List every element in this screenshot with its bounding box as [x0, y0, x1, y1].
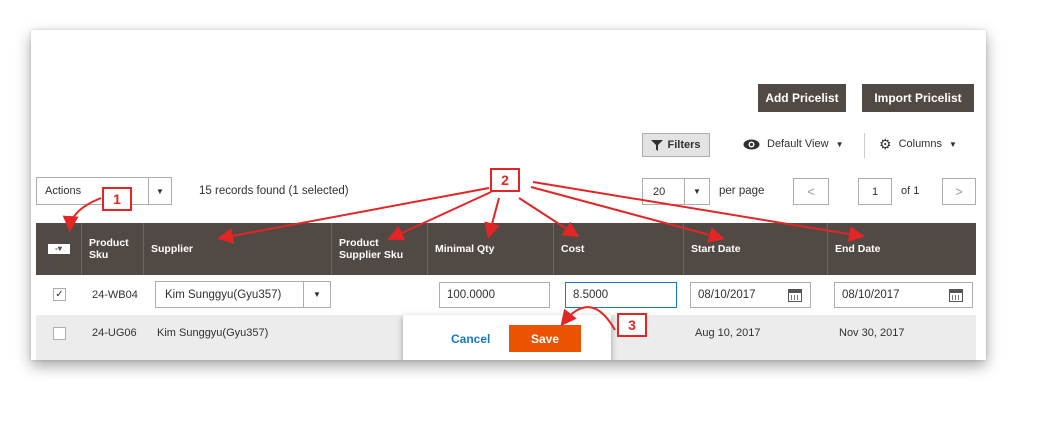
pricelist-panel: Add Pricelist Import Pricelist Filters D… [31, 30, 986, 360]
annotation-arrows [62, 181, 865, 331]
arrow-2-cost [518, 197, 580, 238]
arrow-3 [560, 306, 616, 331]
arrow-2-end-date [532, 181, 865, 242]
arrow-2-supplier [217, 187, 490, 244]
annotation-3: 3 [617, 313, 647, 337]
arrow-2-product-supplier-sku [387, 191, 492, 241]
annotation-2: 2 [490, 168, 520, 192]
arrow-2-start-date [530, 186, 725, 243]
annotation-1: 1 [102, 187, 132, 211]
arrow-1 [62, 197, 102, 232]
arrow-2-minimal-qty [484, 197, 500, 239]
